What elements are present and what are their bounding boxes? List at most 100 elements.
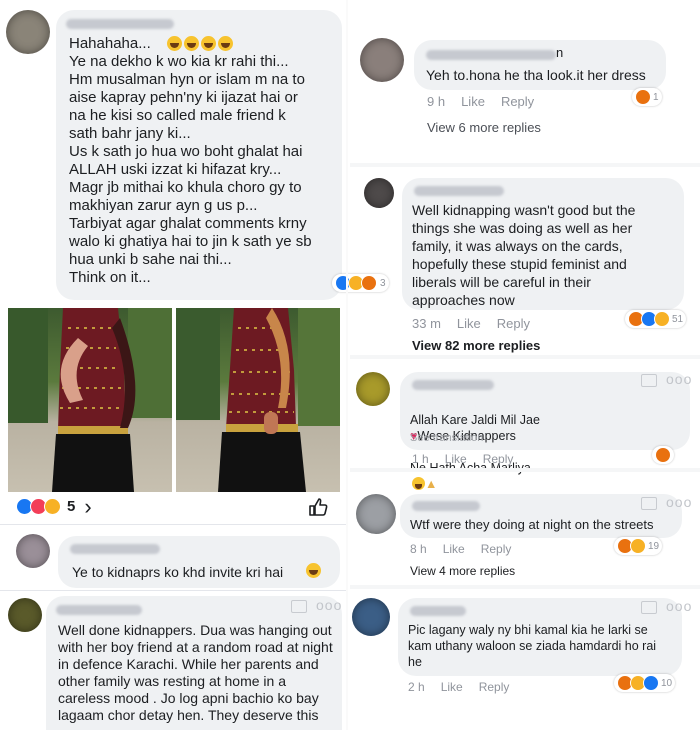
comment-text: Hahahaha... Ye na dekho k wo kia kr rahi… [69,35,312,286]
more-options-icon[interactable]: ooo [316,597,342,613]
angry-reaction-icon [635,89,651,105]
reaction-count: 5 [67,498,76,515]
reply-link[interactable]: Reply [479,680,510,694]
reaction-count: 19 [648,540,660,552]
divider [350,585,700,589]
laughing-emoji-icon [167,36,182,51]
laughing-emoji-icon [218,36,233,51]
laughing-emoji-icon [184,36,199,51]
comment-text: Well done kidnappers. Dua was hanging ou… [58,622,333,723]
commenter-name-tail: n [556,45,564,60]
photo-reactions[interactable]: 5 › [16,496,92,518]
comment-bubble: Well kidnapping wasn't good but the thin… [402,178,684,310]
reply-link[interactable]: Reply [497,316,530,331]
more-options-icon[interactable]: ooo [666,371,692,387]
avatar[interactable] [364,178,394,208]
more-options-icon[interactable]: ooo [666,598,692,614]
view-more-replies-link[interactable]: View 4 more replies [410,564,515,578]
haha-reaction-icon [654,311,670,327]
timestamp: 8 h [410,542,427,556]
comment-bubble: Pic lagany waly ny bhi kamal kia he lark… [398,598,682,676]
girl-in-dress-image [8,308,172,492]
avatar[interactable] [8,598,42,632]
like-link[interactable]: Like [457,316,481,331]
commenter-name-blurred[interactable] [56,605,142,615]
reaction-summary[interactable] [652,446,674,464]
comment-meta: 9 h Like Reply [427,94,550,109]
comment-text-part: Allah Kare Jaldi Mil Jae [410,413,540,427]
timestamp: 33 m [412,316,441,331]
reaction-summary[interactable]: 3 [332,274,389,292]
avatar[interactable] [16,534,50,568]
tag-icon[interactable] [641,497,657,510]
like-link[interactable]: Like [445,452,467,466]
reaction-count: 1 [653,91,659,103]
commenter-name-blurred[interactable] [412,501,480,511]
avatar[interactable] [360,38,404,82]
commenter-name-blurred[interactable] [70,544,160,554]
comment-meta: 33 m Like Reply [412,316,546,331]
avatar[interactable] [356,494,396,534]
comment-bubble: Wtf were they doing at night on the stre… [400,494,682,538]
attached-photo[interactable] [176,308,340,492]
divider [0,524,346,525]
column-divider [346,0,348,730]
like-link[interactable]: Like [461,94,485,109]
comment-meta: 8 h Like Reply [410,542,527,556]
commenter-name-blurred[interactable] [414,186,504,196]
avatar[interactable] [352,598,390,636]
avatar[interactable] [6,10,50,54]
laughing-emoji-icon [201,36,216,51]
reply-link[interactable]: Reply [483,452,514,466]
comment-bubble: n Yeh to.hona he tha look.it her dress [414,40,666,90]
tag-icon[interactable] [291,600,307,613]
comment-bubble: Ye to kidnaprs ko khd invite kri hai [58,536,340,588]
comment-meta: 2 h Like Reply [408,680,525,694]
tag-icon[interactable] [641,374,657,387]
commenter-name-blurred[interactable] [410,606,466,616]
comment-text: Well kidnapping wasn't good but the thin… [412,202,636,308]
comment-meta: 1 h Like Reply [412,452,529,466]
like-button-icon[interactable] [308,498,328,521]
comment-text: Pic lagany waly ny bhi kamal kia he lark… [408,623,657,669]
comment-text: Allah Kare Jaldi Mil Jae ♥Wese Kidnapper… [410,396,690,492]
tag-icon[interactable] [641,601,657,614]
reply-link[interactable]: Reply [481,542,512,556]
folded-hands-emoji-icon: ▲ [425,477,438,491]
view-more-replies-link[interactable]: View 6 more replies [427,120,541,135]
reaction-summary[interactable]: 1 [632,88,662,106]
chevron-right-icon[interactable]: › [84,496,91,518]
reaction-summary[interactable]: 51 [625,310,687,328]
timestamp: 9 h [427,94,446,109]
reaction-summary[interactable]: 19 [614,537,663,555]
timestamp: 1 h [412,452,429,466]
reply-link[interactable]: Reply [501,94,534,109]
timestamp: 2 h [408,680,425,694]
commenter-name-blurred[interactable] [426,50,556,60]
reaction-count: 51 [672,313,684,325]
like-link[interactable]: Like [443,542,465,556]
commenter-name-blurred[interactable] [412,380,494,390]
commenter-name-blurred[interactable] [66,19,174,29]
like-link[interactable]: Like [441,680,463,694]
laughing-emoji-icon [306,563,321,578]
like-reaction-icon [643,675,659,691]
reaction-count: 10 [661,677,673,689]
attached-photo[interactable] [8,308,172,492]
see-translation-link[interactable]: See translation [410,432,483,444]
angry-reaction-icon [655,447,671,463]
view-more-replies-link[interactable]: View 82 more replies [412,338,540,353]
haha-reaction-icon [44,498,61,515]
sad-reaction-icon [630,538,646,554]
divider [350,163,700,167]
avatar[interactable] [356,372,390,406]
reaction-summary[interactable]: 10 [614,674,676,692]
comment-bubble: Well done kidnappers. Dua was hanging ou… [46,596,342,730]
divider [350,355,700,359]
laughing-emoji-icon [412,477,425,490]
comment-text: Yeh to.hona he tha look.it her dress [426,67,646,83]
haha-emoji-row [165,36,233,54]
more-options-icon[interactable]: ooo [666,494,692,510]
comment-text: Ye to kidnaprs ko khd invite kri hai [72,564,284,580]
angry-reaction-icon [361,275,377,291]
